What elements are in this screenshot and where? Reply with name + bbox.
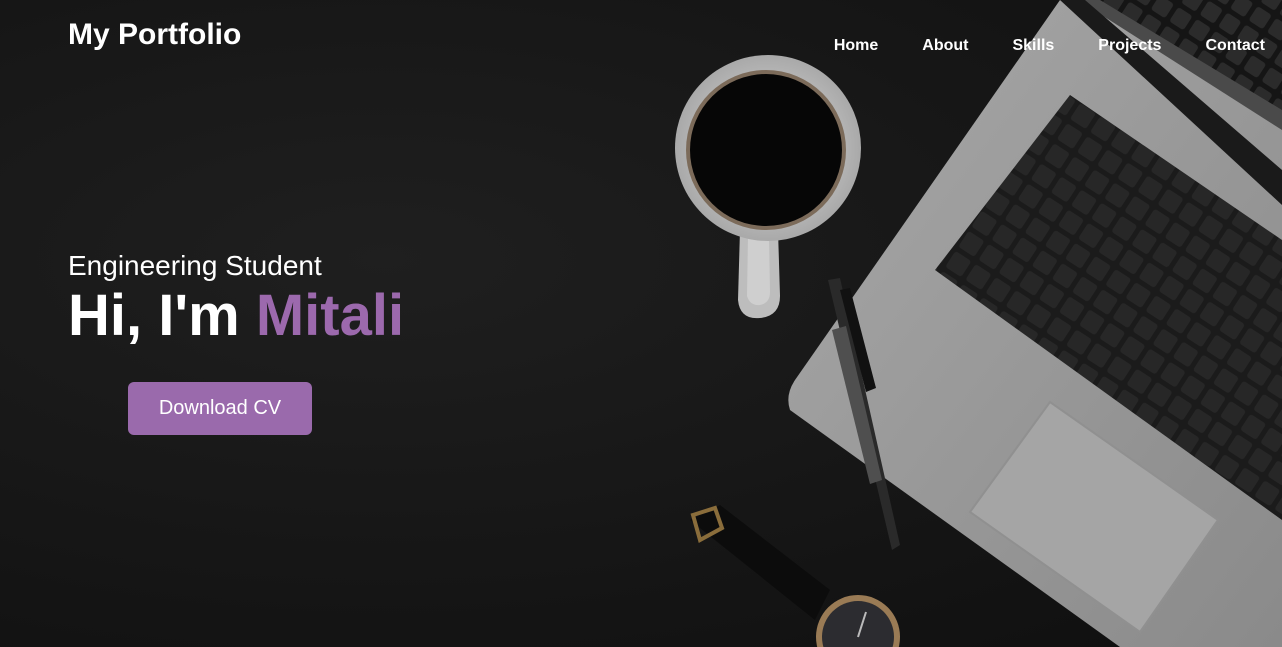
wristwatch-icon — [690, 505, 900, 647]
download-cv-button[interactable]: Download CV — [128, 382, 312, 435]
coffee-cup-icon — [675, 55, 861, 319]
nav-link-skills[interactable]: Skills — [1012, 36, 1054, 56]
nav-link-projects[interactable]: Projects — [1098, 36, 1161, 56]
laptop-icon — [788, 0, 1282, 647]
hero-text-block: Engineering Student Hi, I'm Mitali — [68, 248, 404, 348]
hero-subtitle: Engineering Student — [68, 250, 322, 281]
hero-greeting: Hi, I'm — [68, 283, 240, 348]
hero-name: Mitali — [255, 283, 405, 348]
nav-link-home[interactable]: Home — [834, 36, 878, 56]
portfolio-page: My Portfolio Home About Skills Projects … — [0, 0, 1282, 647]
nav-link-contact[interactable]: Contact — [1205, 36, 1265, 56]
hero-headline: Hi, I'm Mitali — [68, 284, 404, 348]
main-nav: Home About Skills Projects Contact — [834, 36, 1265, 56]
nav-link-about[interactable]: About — [922, 36, 968, 56]
site-logo[interactable]: My Portfolio — [68, 16, 241, 54]
